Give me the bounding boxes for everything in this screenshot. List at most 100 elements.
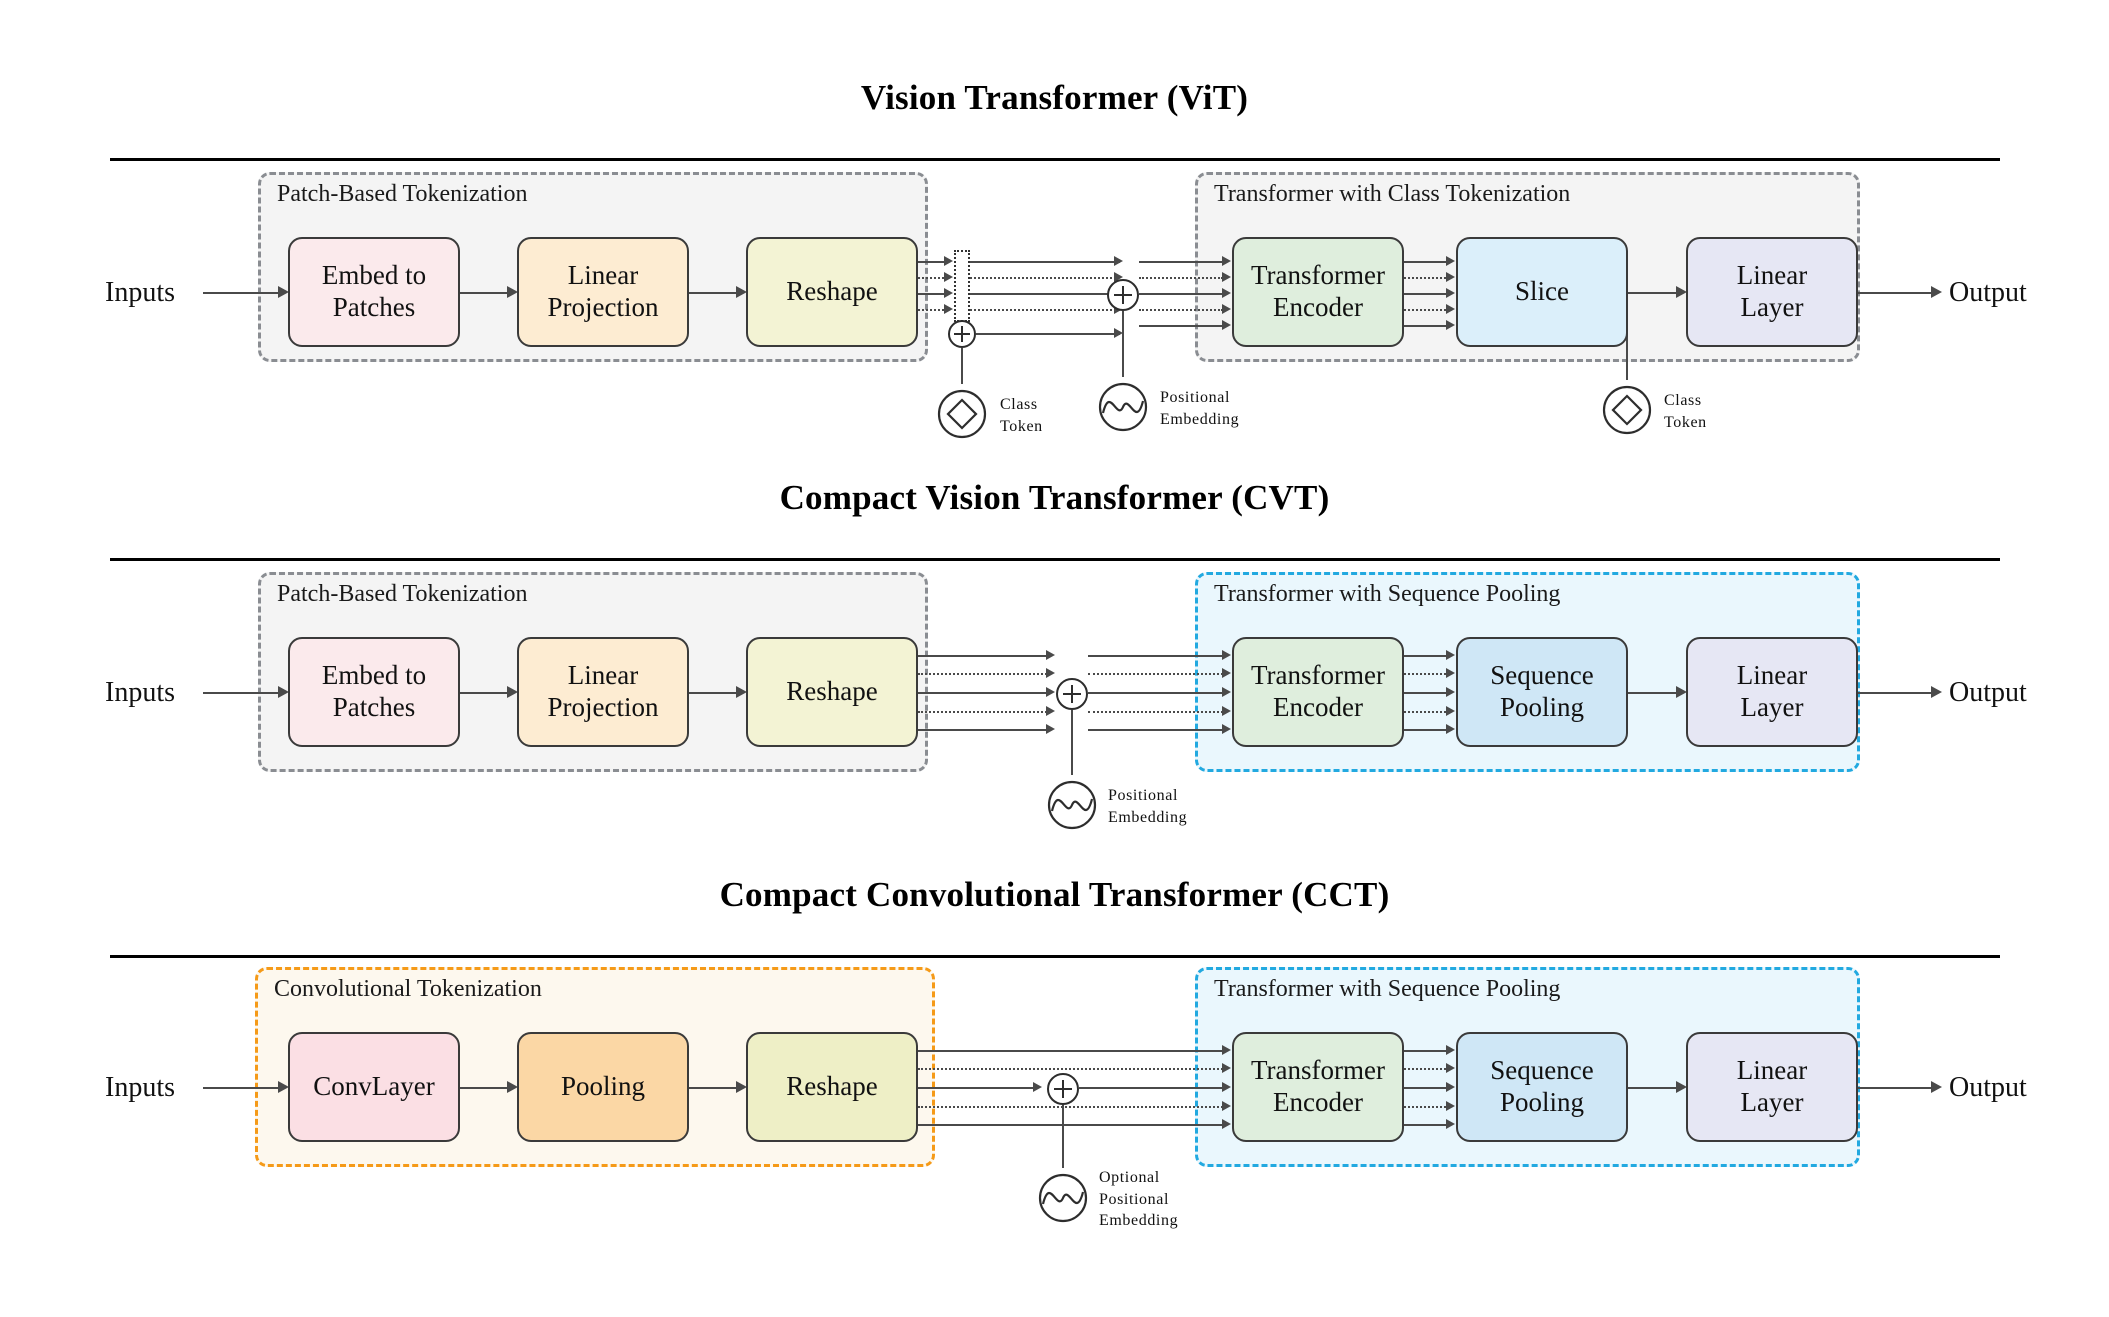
arrowhead [1046, 706, 1055, 716]
node-label: Transformer Encoder [1251, 1055, 1385, 1117]
arrowhead [1222, 1063, 1231, 1073]
enc-in-4-cvt [1088, 711, 1223, 713]
node-label: Reshape [786, 276, 878, 307]
arrowhead [1446, 1101, 1455, 1111]
class-token-icon [937, 389, 987, 439]
node-cvt-linear-projection[interactable]: Linear Projection [517, 637, 689, 747]
node-cct-linear-layer[interactable]: Linear Layer [1686, 1032, 1858, 1142]
optional-positional-embedding-label-cct: Optional Positional Embedding [1099, 1169, 1179, 1230]
edge-pool-to-linear-cct [1628, 1087, 1678, 1089]
node-label: Linear Layer [1736, 1055, 1808, 1117]
arrowhead [1446, 650, 1455, 660]
arrowhead [1222, 256, 1231, 266]
bus-line-4-cct [918, 1106, 1223, 1108]
arrowhead [1046, 650, 1055, 660]
node-cvt-linear-layer[interactable]: Linear Layer [1686, 637, 1858, 747]
edge-linear-to-output-cvt [1858, 692, 1933, 694]
bus-line-5-cvt [918, 729, 1051, 731]
node-label: Reshape [786, 1071, 878, 1102]
bus-line-5 [976, 333, 1120, 335]
arrowhead [1222, 1119, 1231, 1129]
arrowhead [944, 272, 953, 282]
enc-in-2 [1139, 277, 1223, 279]
section-rule-vit [110, 158, 2000, 161]
edge-linproj-to-reshape-cvt [689, 692, 738, 694]
output-label-vit: Output [1949, 277, 2027, 308]
node-cvt-sequence-pooling[interactable]: Sequence Pooling [1456, 637, 1628, 747]
bus-line-3-cvt [918, 692, 1051, 694]
arrowhead [1446, 1119, 1455, 1129]
node-cvt-reshape[interactable]: Reshape [746, 637, 918, 747]
node-cvt-embed-to-patches[interactable]: Embed to Patches [288, 637, 460, 747]
node-label: Linear Layer [1736, 260, 1808, 322]
node-label: Transformer Encoder [1251, 260, 1385, 322]
arrowhead [1222, 668, 1231, 678]
node-vit-slice[interactable]: Slice [1456, 237, 1628, 347]
enc-in-5 [1139, 325, 1227, 327]
pool-in-5-cct [1404, 1124, 1450, 1126]
positional-stem-cct [1062, 1105, 1064, 1168]
bus-line-3b-cct [1079, 1087, 1227, 1089]
node-vit-linear-projection[interactable]: Linear Projection [517, 237, 689, 347]
edge-linear-to-output-vit [1858, 292, 1933, 294]
node-label: Linear Projection [547, 260, 659, 322]
output-label-cct: Output [1949, 1072, 2027, 1103]
node-vit-transformer-encoder[interactable]: Transformer Encoder [1232, 237, 1404, 347]
plus-v [961, 326, 963, 342]
slice-in-4 [1404, 309, 1446, 311]
edge-pooling-to-reshape-cct [689, 1087, 738, 1089]
arrowhead [1446, 668, 1455, 678]
edge-input-to-conv-cct [203, 1087, 280, 1089]
node-cct-transformer-encoder[interactable]: Transformer Encoder [1232, 1032, 1404, 1142]
node-cct-pooling[interactable]: Pooling [517, 1032, 689, 1142]
node-cct-reshape[interactable]: Reshape [746, 1032, 918, 1142]
diagram-canvas: Vision Transformer (ViT) Patch-Based Tok… [0, 0, 2109, 1317]
bus-line-1-cct [918, 1050, 1227, 1052]
group-label-cvt-tokenization: Patch-Based Tokenization [277, 581, 528, 607]
arrowhead [1446, 1045, 1455, 1055]
bus-line-5-cct [918, 1124, 1227, 1126]
node-cct-convlayer[interactable]: ConvLayer [288, 1032, 460, 1142]
arrowhead [1222, 1045, 1231, 1055]
enc-in-4 [1139, 309, 1223, 311]
node-vit-linear-layer[interactable]: Linear Layer [1686, 237, 1858, 347]
arrowhead [1046, 687, 1055, 697]
edge-slice-to-linear-vit [1628, 292, 1678, 294]
node-cct-sequence-pooling[interactable]: Sequence Pooling [1456, 1032, 1628, 1142]
arrowhead [1222, 272, 1231, 282]
section-rule-cvt [110, 558, 2000, 561]
node-label: Pooling [560, 1071, 646, 1102]
node-label: ConvLayer [313, 1071, 435, 1102]
arrowhead [1446, 1063, 1455, 1073]
node-cvt-transformer-encoder[interactable]: Transformer Encoder [1232, 637, 1404, 747]
token-line-2 [918, 277, 944, 279]
pool-in-3-cvt [1404, 692, 1450, 694]
slice-in-5 [1404, 325, 1450, 327]
pool-in-3-cct [1404, 1087, 1450, 1089]
edge-linproj-to-reshape-vit [689, 292, 738, 294]
output-label-cvt: Output [1949, 677, 2027, 708]
bus-line-4 [970, 309, 1116, 311]
arrowhead [1931, 286, 1942, 298]
positional-embedding-icon [1047, 780, 1097, 830]
section-title-cct: Compact Convolutional Transformer (CCT) [719, 875, 1390, 914]
class-token-label-vit: Class Token [1000, 396, 1043, 435]
pool-in-4-cvt [1404, 711, 1446, 713]
arrowhead [1446, 256, 1455, 266]
class-token-icon [1602, 385, 1652, 435]
node-label: Transformer Encoder [1251, 660, 1385, 722]
node-label: Reshape [786, 676, 878, 707]
section-rule-cct [110, 955, 2000, 958]
node-vit-embed-to-patches[interactable]: Embed to Patches [288, 237, 460, 347]
positional-embedding-label-cvt: Positional Embedding [1108, 787, 1188, 826]
enc-in-1 [1139, 261, 1227, 263]
bus-line-1-cvt [918, 655, 1051, 657]
input-label-vit: Inputs [105, 277, 175, 308]
plus-v [1071, 685, 1073, 703]
edge-input-to-embed-cvt [203, 692, 280, 694]
class-token-label-out-vit: Class Token [1664, 392, 1707, 431]
arrowhead [1931, 1081, 1942, 1093]
node-vit-reshape[interactable]: Reshape [746, 237, 918, 347]
bus-line-4-cvt [918, 711, 1047, 713]
bus-line-3a-cct [918, 1087, 1038, 1089]
